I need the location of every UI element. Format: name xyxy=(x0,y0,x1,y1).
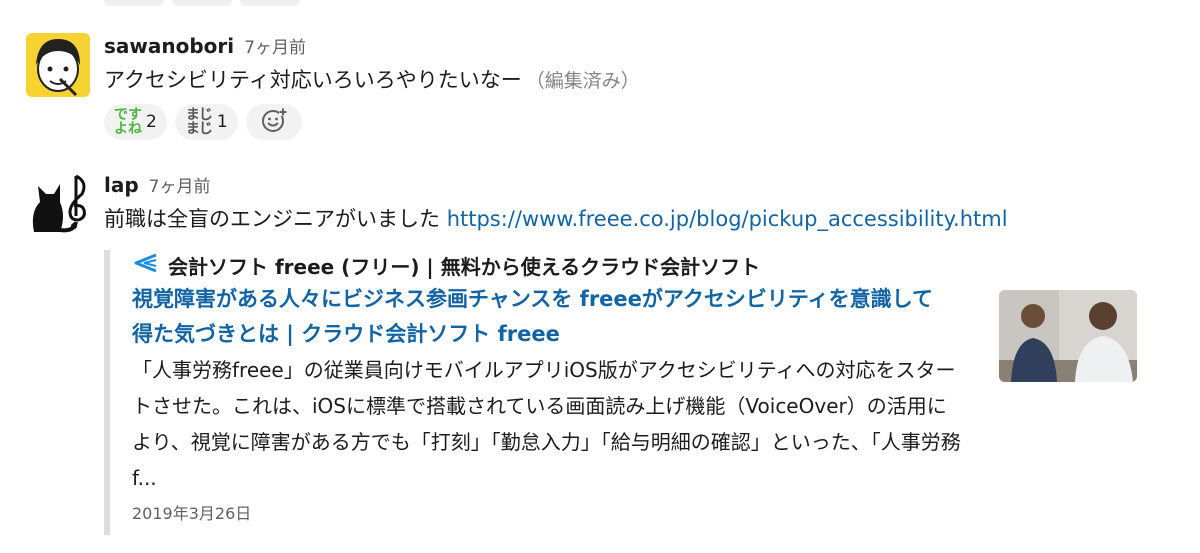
add-reaction-button[interactable] xyxy=(245,104,302,140)
message-body: アクセシビリティ対応いろいろやりたいなー xyxy=(104,68,522,92)
avatar[interactable] xyxy=(26,33,90,97)
reaction-desu-yone[interactable]: です よね 2 xyxy=(104,104,167,140)
message-link[interactable]: https://www.freee.co.jp/blog/pickup_acce… xyxy=(447,207,1008,231)
desu-yone-emoji: です よね xyxy=(114,107,142,137)
reaction-count: 2 xyxy=(146,112,157,132)
freee-logo-icon xyxy=(132,253,158,277)
reaction-count: 1 xyxy=(216,112,228,132)
preview-date: 2019年3月26日 xyxy=(132,504,252,523)
preview-description: 「人事労務freee」の従業員向けモバイルアプリiOS版がアクセシビリティへの対… xyxy=(132,358,961,490)
message-text: アクセシビリティ対応いろいろやりたいなー （編集済み） xyxy=(104,63,1180,98)
reaction-majimaji[interactable]: まじ まじ 1 xyxy=(174,104,238,140)
link-preview: 会計ソフト freee (フリー) | 無料から使えるクラウド会計ソフト 視覚障… xyxy=(104,250,1137,535)
timestamp[interactable]: 7ヶ月前 xyxy=(149,172,211,197)
message-body: 前職は全盲のエンジニアがいました xyxy=(104,207,440,231)
preview-thumbnail[interactable] xyxy=(999,290,1137,382)
avatar[interactable] xyxy=(26,172,90,236)
preview-title-link[interactable]: 視覚障害がある人々にビジネス参画チャンスを freeeがアクセシビリティを意識し… xyxy=(132,282,952,352)
timestamp[interactable]: 7ヶ月前 xyxy=(244,33,306,58)
majimaji-emoji: まじ まじ xyxy=(185,107,213,137)
previous-reactions xyxy=(104,0,300,6)
username[interactable]: sawanobori xyxy=(104,34,234,58)
edited-label: （編集済み） xyxy=(525,70,640,92)
site-name: 会計ソフト freee (フリー) | 無料から使えるクラウド会計ソフト xyxy=(168,254,761,279)
message-text: 前職は全盲のエンジニアがいました https://www.freee.co.jp… xyxy=(104,202,1180,236)
reactions: です よね 2 まじ まじ 1 xyxy=(104,104,1180,140)
add-emoji-icon xyxy=(261,107,287,138)
username[interactable]: lap xyxy=(104,173,139,197)
